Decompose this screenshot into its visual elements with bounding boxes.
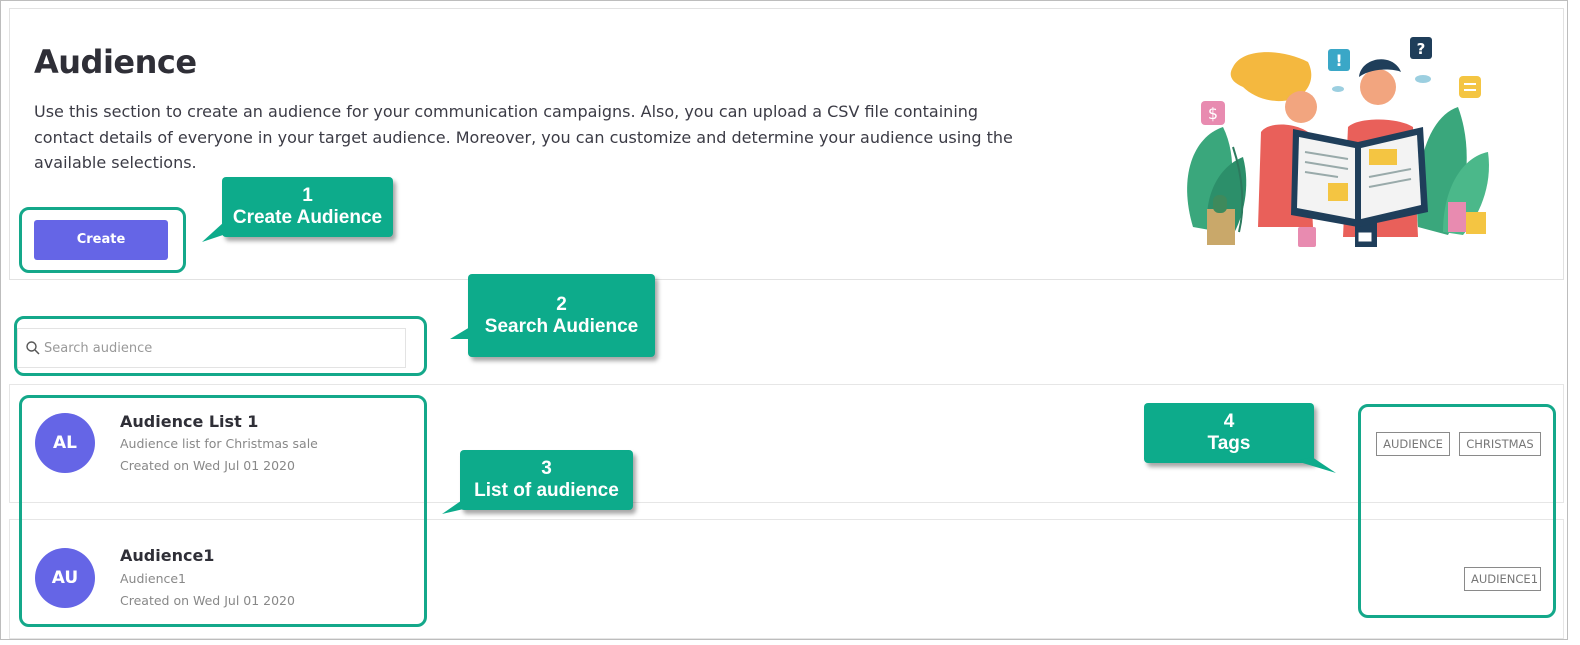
svg-text:!: ! (1335, 51, 1342, 70)
callout-number: 4 (1223, 411, 1235, 432)
page-description: Use this section to create an audience f… (34, 102, 1013, 172)
callout-pointer (450, 327, 470, 339)
svg-text:?: ? (1417, 40, 1426, 58)
create-highlight-box (19, 207, 186, 273)
callout-list-of-audience: 3 List of audience (460, 450, 633, 510)
callout-number: 2 (556, 294, 567, 315)
callout-label: Create Audience (232, 207, 383, 228)
callout-number: 1 (302, 185, 313, 206)
callout-tags: 4 Tags (1144, 403, 1314, 463)
callout-search-audience: 2 Search Audience (468, 274, 655, 357)
callout-label: List of audience (474, 480, 619, 501)
callout-number: 3 (541, 458, 552, 479)
tags-highlight-box (1358, 404, 1556, 618)
svg-text:$: $ (1208, 104, 1218, 123)
callout-label: Tags (1207, 433, 1251, 454)
callout-pointer (202, 222, 226, 242)
page-title: Audience (34, 43, 197, 81)
callout-pointer (1296, 457, 1336, 473)
audience-header-card: Audience Use this section to create an a… (9, 8, 1564, 280)
callout-label: Search Audience (484, 316, 639, 337)
callout-pointer (442, 496, 468, 514)
callout-create-audience: 1 Create Audience (222, 177, 393, 237)
list-highlight-box (19, 395, 427, 627)
people-reading-newspaper-illustration: ! ? $ (1187, 37, 1489, 247)
search-highlight-box (14, 316, 427, 376)
